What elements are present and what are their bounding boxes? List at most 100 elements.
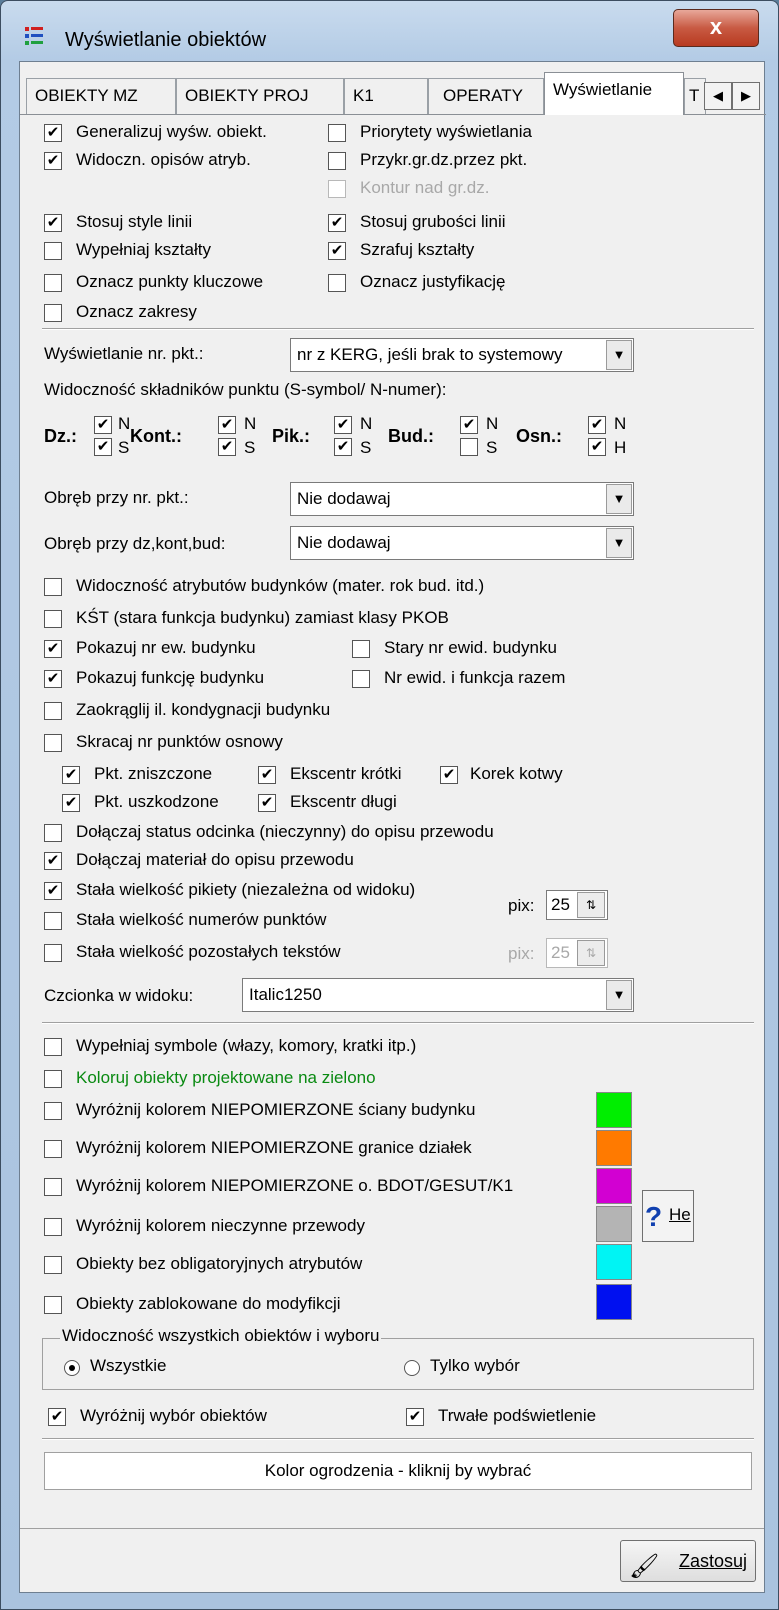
dz-s-checkbox[interactable]: ✔	[94, 438, 112, 456]
pipe-status-checkbox[interactable]	[44, 824, 62, 842]
parcels-color-swatch[interactable]	[596, 1130, 632, 1166]
other-text-size-checkbox[interactable]	[44, 944, 62, 962]
show-function-checkbox[interactable]: ✔	[44, 670, 62, 688]
damaged-checkbox[interactable]: ✔	[62, 794, 80, 812]
dz-label: Dz.:	[44, 426, 77, 446]
point-number-select[interactable]: nr z KERG, jeśli brak to systemowy ▼	[290, 338, 634, 372]
highlight-selection-checkbox[interactable]: ✔	[48, 1408, 66, 1426]
chevron-down-icon[interactable]: ▼	[606, 484, 632, 514]
ecc-short-label: Ekscentr krótki	[290, 764, 402, 783]
anchor-plug-label: Korek kotwy	[470, 764, 563, 783]
justification-checkbox[interactable]	[328, 274, 346, 292]
number-and-function-checkbox[interactable]	[352, 670, 370, 688]
help-button[interactable]: ? He	[642, 1190, 694, 1242]
no-obligatory-checkbox[interactable]	[44, 1256, 62, 1274]
show-ew-number-checkbox[interactable]: ✔	[44, 640, 62, 658]
key-points-checkbox[interactable]	[44, 274, 62, 292]
old-ew-number-checkbox[interactable]	[352, 640, 370, 658]
pipes-color-swatch[interactable]	[596, 1206, 632, 1242]
ecc-long-label: Ekscentr długi	[290, 792, 397, 811]
permanent-highlight-checkbox[interactable]: ✔	[406, 1408, 424, 1426]
spin-arrows-icon[interactable]: ⇅	[577, 892, 605, 918]
fill-shapes-checkbox[interactable]	[44, 242, 62, 260]
tab-operaty[interactable]: OPERATY	[428, 78, 544, 114]
anchor-plug-checkbox[interactable]: ✔	[440, 766, 458, 784]
font-select[interactable]: Italic1250 ▼	[242, 978, 634, 1012]
inactive-pipes-checkbox[interactable]	[44, 1218, 62, 1236]
point-number-size-checkbox[interactable]	[44, 912, 62, 930]
picket-size-checkbox[interactable]: ✔	[44, 882, 62, 900]
scroll-right-icon[interactable]: ▶	[732, 82, 760, 110]
bud-label: Bud.:	[388, 426, 434, 446]
unmeasured-walls-checkbox[interactable]	[44, 1102, 62, 1120]
walls-color-swatch[interactable]	[596, 1092, 632, 1128]
color-projected-checkbox[interactable]	[44, 1070, 62, 1088]
show-ew-number-label: Pokazuj nr ew. budynku	[76, 638, 256, 657]
generalize-checkbox[interactable]: ✔	[44, 124, 62, 142]
clip-boundary-checkbox[interactable]	[328, 152, 346, 170]
pik-s-checkbox[interactable]: ✔	[334, 438, 352, 456]
tab-obiekty-proj[interactable]: OBIEKTY PROJ	[176, 78, 344, 114]
spin-arrows-icon[interactable]: ⇅	[577, 940, 605, 966]
fence-color-button[interactable]: Kolor ogrodzenia - kliknij by wybrać	[44, 1452, 752, 1490]
radio-all[interactable]	[64, 1360, 80, 1376]
scroll-left-icon[interactable]: ◀	[704, 82, 732, 110]
tab-obiekty-mz[interactable]: OBIEKTY MZ	[26, 78, 176, 114]
bud-s-checkbox[interactable]	[460, 438, 478, 456]
bud-n-letter: N	[486, 414, 499, 433]
ecc-short-checkbox[interactable]: ✔	[258, 766, 276, 784]
locked-objects-checkbox[interactable]	[44, 1296, 62, 1314]
unmeasured-parcels-checkbox[interactable]	[44, 1140, 62, 1158]
contour-over-checkbox[interactable]	[328, 180, 346, 198]
osn-h-letter: H	[614, 438, 627, 457]
precinct-objects-label: Obręb przy dz,kont,bud:	[44, 534, 226, 553]
window: Wyświetlanie obiektów x OBIEKTY MZ OBIEK…	[0, 0, 779, 1610]
ecc-long-checkbox[interactable]: ✔	[258, 794, 276, 812]
kont-s-checkbox[interactable]: ✔	[218, 438, 236, 456]
point-number-label: Wyświetlanie nr. pkt.:	[44, 344, 204, 363]
obligatory-color-swatch[interactable]	[596, 1244, 632, 1280]
tab-t[interactable]: T	[684, 78, 706, 114]
round-floors-checkbox[interactable]	[44, 702, 62, 720]
line-styles-checkbox[interactable]: ✔	[44, 214, 62, 232]
locked-color-swatch[interactable]	[596, 1284, 632, 1320]
ranges-checkbox[interactable]	[44, 304, 62, 322]
pix-spinner-disabled[interactable]: 25 ⇅	[546, 938, 608, 968]
close-button[interactable]: x	[673, 9, 759, 47]
radio-selection-only[interactable]	[404, 1360, 420, 1376]
apply-button[interactable]: 🖌 Zastosuj	[620, 1540, 756, 1582]
dz-n-checkbox[interactable]: ✔	[94, 416, 112, 434]
chevron-down-icon[interactable]: ▼	[606, 528, 632, 558]
hatch-shapes-label: Szrafuj kształty	[360, 240, 475, 259]
kont-n-checkbox[interactable]: ✔	[218, 416, 236, 434]
attr-desc-checkbox[interactable]: ✔	[44, 152, 62, 170]
chevron-down-icon[interactable]: ▼	[606, 340, 632, 370]
bdot-color-swatch[interactable]	[596, 1168, 632, 1204]
line-widths-checkbox[interactable]: ✔	[328, 214, 346, 232]
unmeasured-bdot-checkbox[interactable]	[44, 1178, 62, 1196]
fill-symbols-checkbox[interactable]	[44, 1038, 62, 1056]
precinct-objects-select[interactable]: Nie dodawaj ▼	[290, 526, 634, 560]
pik-n-checkbox[interactable]: ✔	[334, 416, 352, 434]
bud-n-checkbox[interactable]: ✔	[460, 416, 478, 434]
attr-desc-label: Widoczn. opisów atryb.	[76, 150, 251, 169]
destroyed-checkbox[interactable]: ✔	[62, 766, 80, 784]
osn-n-checkbox[interactable]: ✔	[588, 416, 606, 434]
tab-k1[interactable]: K1	[344, 78, 428, 114]
osn-h-checkbox[interactable]: ✔	[588, 438, 606, 456]
hatch-shapes-checkbox[interactable]: ✔	[328, 242, 346, 260]
clip-boundary-label: Przykr.gr.dz.przez pkt.	[360, 150, 528, 169]
locked-objects-label: Obiekty zablokowane do modyfikcji	[76, 1294, 341, 1313]
damaged-label: Pkt. uszkodzone	[94, 792, 219, 811]
pix-spinner[interactable]: 25 ⇅	[546, 890, 608, 920]
chevron-down-icon[interactable]: ▼	[606, 980, 632, 1010]
building-attr-checkbox[interactable]	[44, 578, 62, 596]
precinct-point-select[interactable]: Nie dodawaj ▼	[290, 482, 634, 516]
tab-wyswietlanie[interactable]: Wyświetlanie	[544, 72, 684, 115]
building-attr-label: Widoczność atrybutów budynków (mater. ro…	[76, 576, 485, 595]
kst-checkbox[interactable]	[44, 610, 62, 628]
title-bar[interactable]: Wyświetlanie obiektów x	[1, 1, 778, 59]
pipe-material-checkbox[interactable]: ✔	[44, 852, 62, 870]
shorten-cp-checkbox[interactable]	[44, 734, 62, 752]
priorities-checkbox[interactable]	[328, 124, 346, 142]
